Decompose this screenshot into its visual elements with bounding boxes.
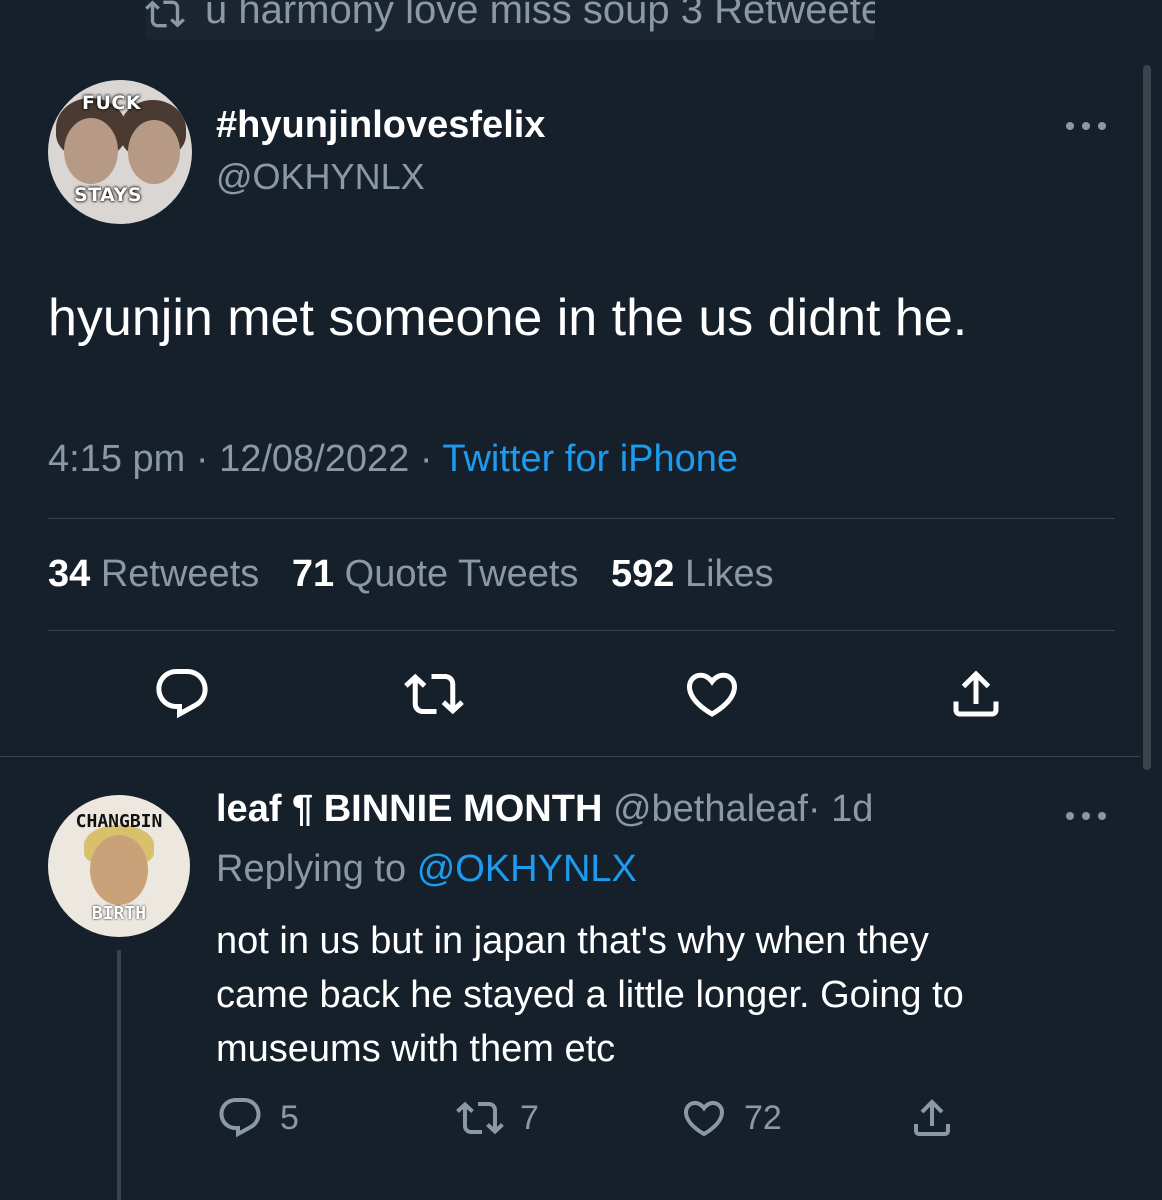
likes-label[interactable]: Likes bbox=[685, 553, 774, 595]
reply-author-avatar[interactable]: CHANGBIN BIRTH bbox=[48, 795, 190, 937]
meta-separator: · bbox=[419, 438, 433, 480]
author-handle[interactable]: @OKHYNLX bbox=[216, 156, 425, 198]
avatar-label-bottom: STAYS bbox=[74, 184, 142, 206]
quote-tweets-label[interactable]: Quote Tweets bbox=[345, 553, 579, 595]
avatar-photo-face-left bbox=[64, 118, 118, 184]
retweets-label[interactable]: Retweets bbox=[101, 553, 259, 595]
reply-time[interactable]: · 1d bbox=[808, 788, 873, 830]
reply-retweet-button[interactable]: 7 bbox=[456, 1092, 539, 1144]
thread-line bbox=[117, 950, 121, 1200]
reply-icon bbox=[156, 669, 208, 719]
tweet-source-link[interactable]: Twitter for iPhone bbox=[442, 438, 738, 480]
quote-count[interactable]: 71 bbox=[292, 553, 334, 595]
reply-text-line: came back he stayed a little longer. Goi… bbox=[216, 974, 964, 1016]
reply-author-handle[interactable]: @bethaleaf bbox=[613, 788, 808, 830]
meta-separator: · bbox=[195, 438, 209, 480]
like-icon bbox=[683, 1101, 725, 1137]
tweet-text: hyunjin met someone in the us didnt he. bbox=[48, 289, 968, 347]
tweet-metadata: 4:15 pm · 12/08/2022 · Twitter for iPhon… bbox=[48, 438, 738, 481]
reply-button[interactable] bbox=[152, 664, 212, 724]
divider bbox=[0, 756, 1140, 757]
avatar-label-bottom: BIRTH bbox=[91, 903, 147, 924]
share-button[interactable] bbox=[946, 664, 1006, 724]
retweet-button[interactable] bbox=[404, 664, 464, 724]
reply-header: leaf ¶ BINNIE MONTH @bethaleaf· 1d bbox=[216, 788, 873, 831]
share-icon bbox=[914, 1099, 950, 1136]
author-display-name[interactable]: #hyunjinlovesfelix bbox=[216, 104, 545, 147]
divider bbox=[48, 630, 1115, 631]
avatar-label-top: CHANGBIN bbox=[75, 811, 163, 832]
tweet-time: 4:15 pm bbox=[48, 438, 186, 480]
retweet-count[interactable]: 34 bbox=[48, 553, 90, 595]
replying-to-label: Replying to bbox=[216, 848, 407, 890]
replying-to-mention[interactable]: @OKHYNLX bbox=[417, 848, 637, 890]
more-options-icon[interactable] bbox=[1062, 806, 1110, 826]
more-options-icon[interactable] bbox=[1062, 116, 1110, 136]
retweet-icon bbox=[145, 0, 185, 28]
replying-to: Replying to @OKHYNLX bbox=[216, 848, 637, 891]
retweeted-banner[interactable]: u harmony love miss soup 3 Retweeted bbox=[145, 0, 875, 40]
reply-text: not in us but in japan that's why when t… bbox=[216, 914, 1096, 1076]
retweet-icon bbox=[404, 673, 464, 715]
avatar-label-top: FUCK bbox=[82, 92, 142, 114]
avatar-photo-face bbox=[90, 835, 148, 905]
reply-count: 5 bbox=[280, 1098, 299, 1137]
reply-icon bbox=[219, 1098, 261, 1138]
retweeted-by-text: u harmony love miss soup 3 Retweeted bbox=[205, 0, 875, 32]
like-count: 72 bbox=[744, 1098, 782, 1137]
author-avatar[interactable]: FUCK STAYS bbox=[48, 80, 192, 224]
like-count[interactable]: 592 bbox=[611, 553, 674, 595]
reply-author-name[interactable]: leaf ¶ BINNIE MONTH bbox=[216, 788, 602, 830]
divider bbox=[48, 518, 1115, 519]
reply-reply-button[interactable]: 5 bbox=[216, 1092, 299, 1144]
like-icon bbox=[686, 672, 738, 717]
share-icon bbox=[953, 670, 999, 717]
reply-text-line: museums with them etc bbox=[216, 1028, 616, 1070]
retweet-count: 7 bbox=[520, 1098, 539, 1137]
reply-share-button[interactable] bbox=[908, 1092, 956, 1144]
like-button[interactable] bbox=[682, 664, 742, 724]
tweet-stats: 34 Retweets 71 Quote Tweets 592 Likes bbox=[48, 553, 796, 596]
scrollbar[interactable] bbox=[1143, 65, 1151, 770]
avatar-photo-face-right bbox=[128, 120, 180, 184]
reply-like-button[interactable]: 72 bbox=[680, 1092, 782, 1144]
retweet-icon bbox=[456, 1101, 504, 1135]
tweet-date: 12/08/2022 bbox=[219, 438, 410, 480]
reply-text-line: not in us but in japan that's why when t… bbox=[216, 920, 929, 962]
